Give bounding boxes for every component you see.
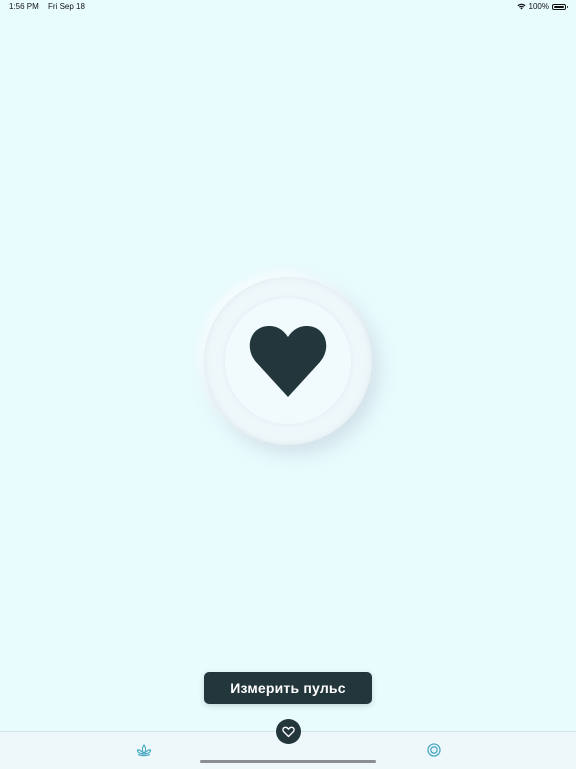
status-bar: 1:56 PM Fri Sep 18 100% xyxy=(0,0,576,14)
tab-pulse[interactable] xyxy=(276,719,301,744)
tab-bar xyxy=(0,719,576,769)
measure-pulse-button[interactable]: Измерить пульс xyxy=(204,672,372,704)
battery-icon xyxy=(552,3,568,10)
heart-outline-icon xyxy=(282,726,295,737)
status-time: 1:56 PM xyxy=(9,2,39,11)
pulse-dial xyxy=(204,277,372,445)
lotus-icon xyxy=(136,744,152,757)
status-date: Fri Sep 18 xyxy=(48,2,85,11)
wifi-icon xyxy=(517,3,526,10)
heart-icon xyxy=(249,325,327,397)
target-icon xyxy=(427,743,441,757)
battery-percent: 100% xyxy=(528,2,549,11)
tab-meditation[interactable] xyxy=(134,741,154,759)
pulse-dial-inner xyxy=(225,298,351,424)
status-right: 100% xyxy=(517,2,568,11)
status-left: 1:56 PM Fri Sep 18 xyxy=(9,2,85,11)
home-indicator xyxy=(200,760,376,763)
tab-target[interactable] xyxy=(424,741,444,759)
